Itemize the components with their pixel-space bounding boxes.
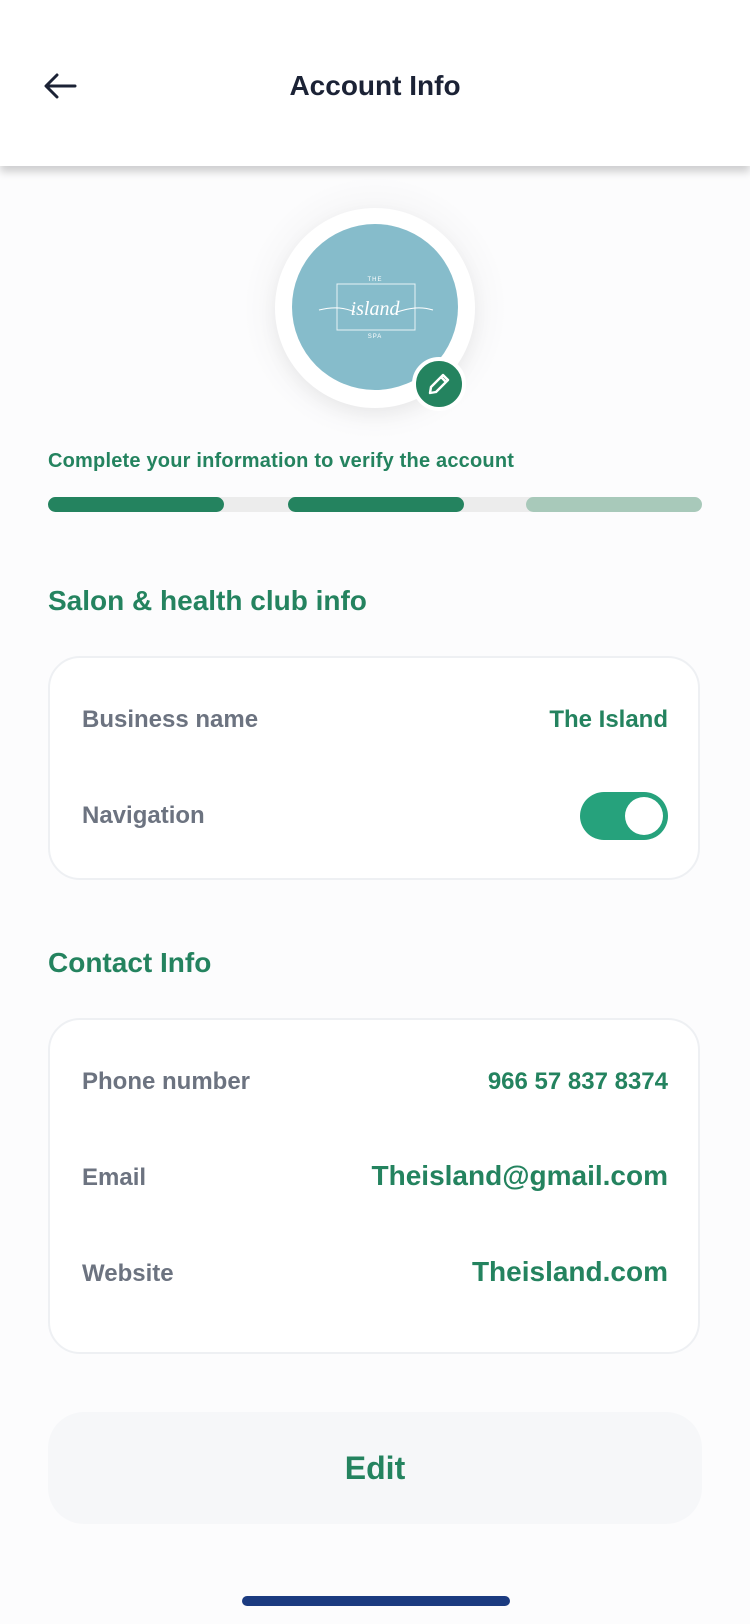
email-value: Theisland@gmail.com	[371, 1160, 668, 1191]
phone-value: 966 57 837 8374	[487, 1068, 668, 1095]
salon-info-card: Business name The Island Navigation	[48, 656, 700, 880]
island-spa-logo: THE island SPA	[318, 277, 434, 340]
navigation-toggle[interactable]	[580, 792, 668, 840]
navigation-label: Navigation	[82, 802, 205, 829]
progress-step-2	[288, 497, 464, 512]
progress-step-1	[48, 497, 224, 512]
page-title: Account Info	[289, 70, 461, 101]
phone-label: Phone number	[82, 1068, 251, 1095]
website-value: Theisland.com	[471, 1256, 668, 1287]
contact-info-card: Phone number 966 57 837 8374 Email Theis…	[48, 1018, 700, 1354]
home-indicator	[242, 1596, 510, 1606]
progress-step-3	[526, 497, 702, 512]
edit-avatar-button[interactable]	[412, 357, 466, 411]
logo-top-text: THE	[368, 277, 383, 283]
pencil-icon	[428, 373, 450, 395]
app-header: Account Info	[0, 0, 750, 166]
website-label: Website	[82, 1260, 174, 1287]
salon-section-title: Salon & health club info	[48, 585, 367, 616]
contact-section-title: Contact Info	[48, 947, 212, 978]
verification-message: Complete your information to verify the …	[48, 450, 515, 472]
logo-bottom-text: SPA	[368, 334, 383, 340]
business-name-label: Business name	[82, 706, 259, 733]
email-label: Email	[82, 1164, 147, 1191]
verification-progress	[48, 497, 702, 512]
edit-button[interactable]: Edit	[48, 1412, 702, 1524]
toggle-knob	[625, 797, 663, 835]
logo-script-text: island	[351, 298, 401, 320]
business-name-value: The Island	[549, 706, 668, 733]
